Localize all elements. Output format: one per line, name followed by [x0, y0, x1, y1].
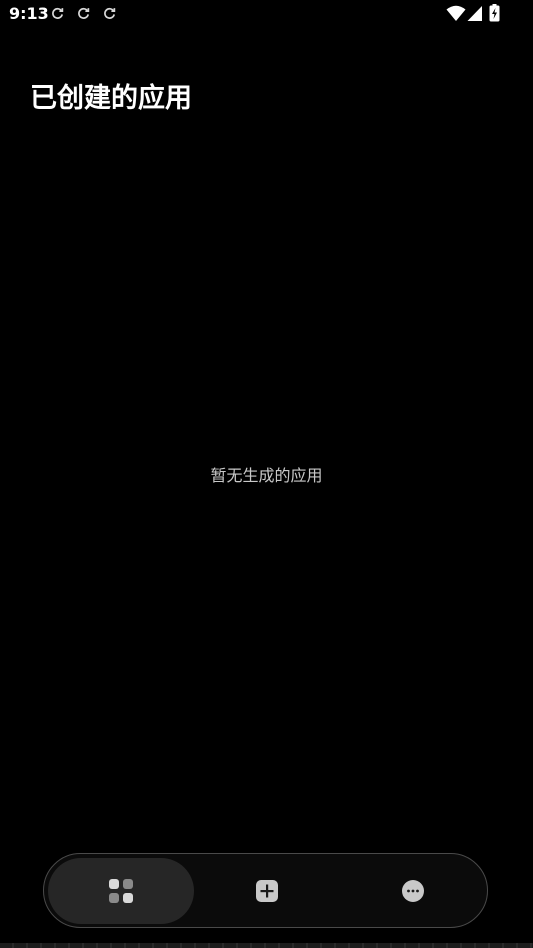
wifi-icon — [446, 5, 466, 21]
more-circle-icon — [402, 880, 424, 902]
sync-icon — [104, 7, 116, 19]
signal-icon — [467, 6, 482, 21]
add-square-icon — [256, 880, 278, 902]
status-time: 9:13 — [9, 4, 49, 23]
page-title: 已创建的应用 — [30, 83, 192, 114]
grid-apps-icon — [109, 879, 133, 903]
empty-state-message: 暂无生成的应用 — [210, 466, 323, 485]
system-gesture-bar — [0, 943, 533, 948]
sync-icon — [78, 7, 90, 19]
battery-icon — [489, 4, 500, 22]
nav-create-button[interactable] — [194, 858, 340, 924]
sync-icon — [52, 7, 64, 19]
nav-apps-button[interactable] — [48, 858, 194, 924]
status-bar: 9:13 — [0, 0, 533, 30]
nav-more-button[interactable] — [340, 858, 486, 924]
bottom-navigation — [43, 853, 488, 928]
